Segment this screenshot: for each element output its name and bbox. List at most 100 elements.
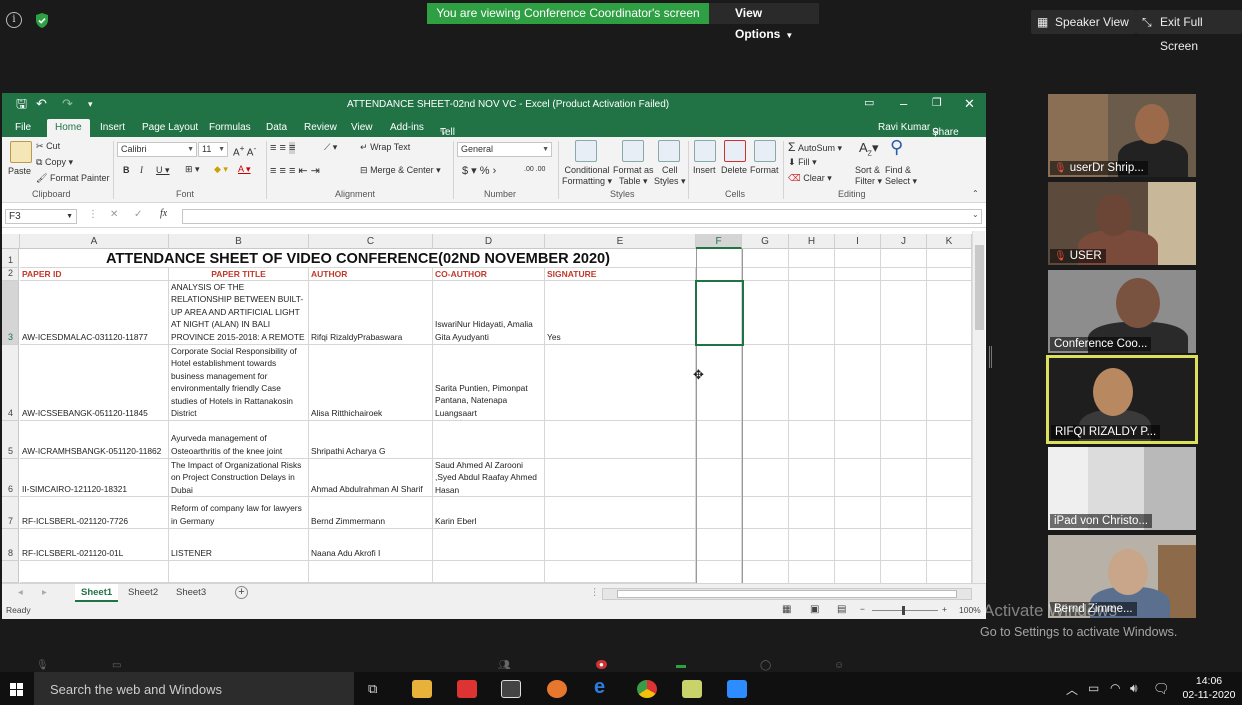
windows-start-icon[interactable] bbox=[10, 683, 24, 696]
delete-button[interactable]: Delete bbox=[721, 165, 747, 175]
reactions-icon[interactable]: ☺︎ bbox=[834, 660, 844, 671]
tab-add-ins[interactable]: Add-ins bbox=[390, 122, 424, 133]
paper-title-cell[interactable]: The Impact of Organizational Risks on Pr… bbox=[169, 459, 309, 497]
header-paper-id[interactable]: PAPER ID bbox=[20, 268, 169, 281]
zoom-app-icon[interactable] bbox=[727, 680, 747, 698]
pdf-reader-icon[interactable] bbox=[457, 680, 477, 698]
zoom-in-icon[interactable]: + bbox=[942, 604, 947, 614]
tab-page-layout[interactable]: Page Layout bbox=[142, 122, 198, 133]
author-cell[interactable]: Rifqi RizaldyPrabaswara bbox=[309, 281, 433, 345]
conditional-formatting-icon[interactable] bbox=[575, 140, 597, 162]
participant-tile[interactable]: 🎙︎ userDr Shrip... bbox=[1048, 94, 1196, 177]
paper-id-cell[interactable]: RF-ICLSBERL-021120-01L bbox=[20, 529, 169, 561]
align-left-icon[interactable]: ≡ ≡ ≡ ⇤ ⇥ bbox=[270, 164, 320, 177]
header-co-author[interactable]: CO-AUTHOR bbox=[433, 268, 545, 281]
grid-cell[interactable] bbox=[169, 561, 309, 583]
sort-filter-icon[interactable]: AZ▾ bbox=[859, 140, 878, 158]
grid-cell[interactable] bbox=[20, 561, 169, 583]
paper-title-cell[interactable]: Ayurveda management of Osteoarthritis of… bbox=[169, 421, 309, 459]
insert-button[interactable]: Insert bbox=[693, 165, 716, 175]
splitter-icon[interactable]: ⋮ bbox=[590, 587, 600, 598]
participant-tile[interactable]: 🎙︎ USER bbox=[1048, 182, 1196, 265]
paper-title-cell[interactable]: Corporate Social Responsibility of Hotel… bbox=[169, 345, 309, 421]
shield-icon[interactable] bbox=[34, 12, 50, 29]
customize-qat-icon[interactable]: ▾ bbox=[88, 97, 93, 111]
file-manager-icon[interactable] bbox=[682, 680, 702, 698]
formula-input[interactable] bbox=[182, 209, 982, 224]
row-header[interactable]: 1 bbox=[2, 249, 19, 268]
align-top-icon[interactable]: ≡ ≡ ≡ bbox=[270, 142, 296, 154]
grid-cell[interactable] bbox=[696, 249, 742, 268]
author-cell[interactable]: Shripathi Acharya G bbox=[309, 421, 433, 459]
column-header-f[interactable]: F bbox=[696, 234, 742, 249]
orientation-icon[interactable]: ⟋ ▾ bbox=[324, 142, 337, 153]
taskbar-search[interactable]: Search the web and Windows bbox=[34, 672, 354, 705]
minimize-icon[interactable]: – bbox=[900, 96, 907, 111]
firefox-icon[interactable] bbox=[547, 680, 567, 698]
grow-font-icon[interactable]: A+ A- bbox=[233, 143, 256, 158]
record-icon[interactable]: ◯ bbox=[760, 660, 771, 671]
participant-tile[interactable]: Conference Coo... bbox=[1048, 270, 1196, 353]
close-icon[interactable]: ✕ bbox=[964, 96, 975, 112]
undo-icon[interactable]: ↶ bbox=[36, 97, 47, 111]
grid-cell[interactable] bbox=[789, 249, 835, 268]
scroll-thumb[interactable] bbox=[617, 590, 957, 598]
font-name-combo[interactable]: Calibri ▼ bbox=[117, 142, 197, 157]
column-header-j[interactable]: J bbox=[881, 234, 927, 249]
redo-icon[interactable]: ↷ bbox=[62, 97, 73, 111]
video-icon[interactable]: ▭ bbox=[112, 660, 121, 671]
tab-data[interactable]: Data bbox=[266, 122, 287, 133]
participants-icon[interactable]: 👥︎ bbox=[498, 660, 511, 671]
conditional-formatting-button[interactable]: Conditional Formatting ▾ bbox=[562, 165, 612, 187]
font-size-combo[interactable]: 11 ▼ bbox=[198, 142, 228, 157]
tab-insert[interactable]: Insert bbox=[100, 122, 125, 133]
co-author-cell[interactable]: Saud Ahmed Al Zarooni ,Syed Abdul Raafay… bbox=[433, 459, 545, 497]
sheet-tab-3[interactable]: Sheet3 bbox=[170, 584, 212, 602]
paper-title-cell[interactable]: ANALYSIS OF THE RELATIONSHIP BETWEEN BUI… bbox=[169, 281, 309, 345]
wrap-text-button[interactable]: ↵ Wrap Text bbox=[360, 142, 410, 153]
sheet-tab-1[interactable]: Sheet1 bbox=[75, 584, 119, 602]
zoom-out-icon[interactable]: − bbox=[860, 604, 865, 614]
paper-id-cell[interactable]: AW-ICRAMHSBANGK-051120-11862 bbox=[20, 421, 169, 459]
co-author-cell[interactable]: IswariNur Hidayati, Amalia Gita Ayudyant… bbox=[433, 281, 545, 345]
tab-home[interactable]: Home bbox=[47, 119, 90, 137]
format-as-table-icon[interactable] bbox=[622, 140, 644, 162]
currency-icon[interactable]: $ ▾ % › bbox=[462, 164, 496, 177]
page-break-icon[interactable]: ▤ bbox=[837, 604, 846, 615]
zoom-slider-thumb[interactable] bbox=[902, 606, 905, 615]
exit-fullscreen-button[interactable]: ⤡ Exit Full Screen bbox=[1136, 10, 1242, 53]
grid-cell[interactable] bbox=[545, 561, 696, 583]
signature-cell[interactable] bbox=[545, 459, 696, 497]
chrome-icon[interactable] bbox=[637, 680, 657, 698]
user-name[interactable]: Ravi Kumar bbox=[878, 122, 930, 133]
row-header[interactable]: 5 bbox=[2, 421, 19, 459]
battery-icon[interactable]: ▭ bbox=[1088, 681, 1099, 695]
author-cell[interactable]: Alisa Ritthichairoek bbox=[309, 345, 433, 421]
info-icon[interactable]: i bbox=[6, 12, 22, 28]
paper-id-cell[interactable]: AW-ICSSEBANGK-051120-11845 bbox=[20, 345, 169, 421]
enter-icon[interactable]: ✓ bbox=[134, 209, 142, 220]
find-icon[interactable]: ⚲ bbox=[890, 137, 903, 158]
row-header[interactable]: 2 bbox=[2, 268, 19, 281]
fill-color-icon[interactable]: ◆ ▾ bbox=[214, 164, 228, 175]
column-header-g[interactable]: G bbox=[742, 234, 789, 249]
signature-cell[interactable] bbox=[545, 421, 696, 459]
header-paper-title[interactable]: PAPER TITLE bbox=[169, 268, 309, 281]
sheet-tab-2[interactable]: Sheet2 bbox=[122, 584, 164, 602]
row-header[interactable]: 8 bbox=[2, 529, 19, 561]
zoom-level[interactable]: 100% bbox=[959, 605, 981, 615]
page-layout-icon[interactable]: ▣ bbox=[810, 604, 819, 615]
horizontal-scrollbar[interactable] bbox=[602, 588, 972, 600]
cut-button[interactable]: ✂ Cut bbox=[36, 141, 60, 152]
bold-button[interactable]: B bbox=[123, 165, 130, 175]
vertical-scrollbar[interactable] bbox=[972, 231, 985, 583]
chevron-down-icon[interactable]: ⌄ bbox=[972, 210, 979, 219]
format-cells-icon[interactable] bbox=[754, 140, 776, 162]
merge-center-button[interactable]: ⊟ Merge & Center ▾ bbox=[360, 165, 441, 176]
insert-cells-icon[interactable] bbox=[694, 140, 716, 162]
tab-view[interactable]: View bbox=[351, 122, 373, 133]
format-button[interactable]: Format bbox=[750, 165, 779, 175]
font-color-icon[interactable]: A ▾ bbox=[238, 164, 251, 175]
row-header[interactable]: 3 bbox=[2, 281, 19, 345]
row-header[interactable]: 4 bbox=[2, 345, 19, 421]
